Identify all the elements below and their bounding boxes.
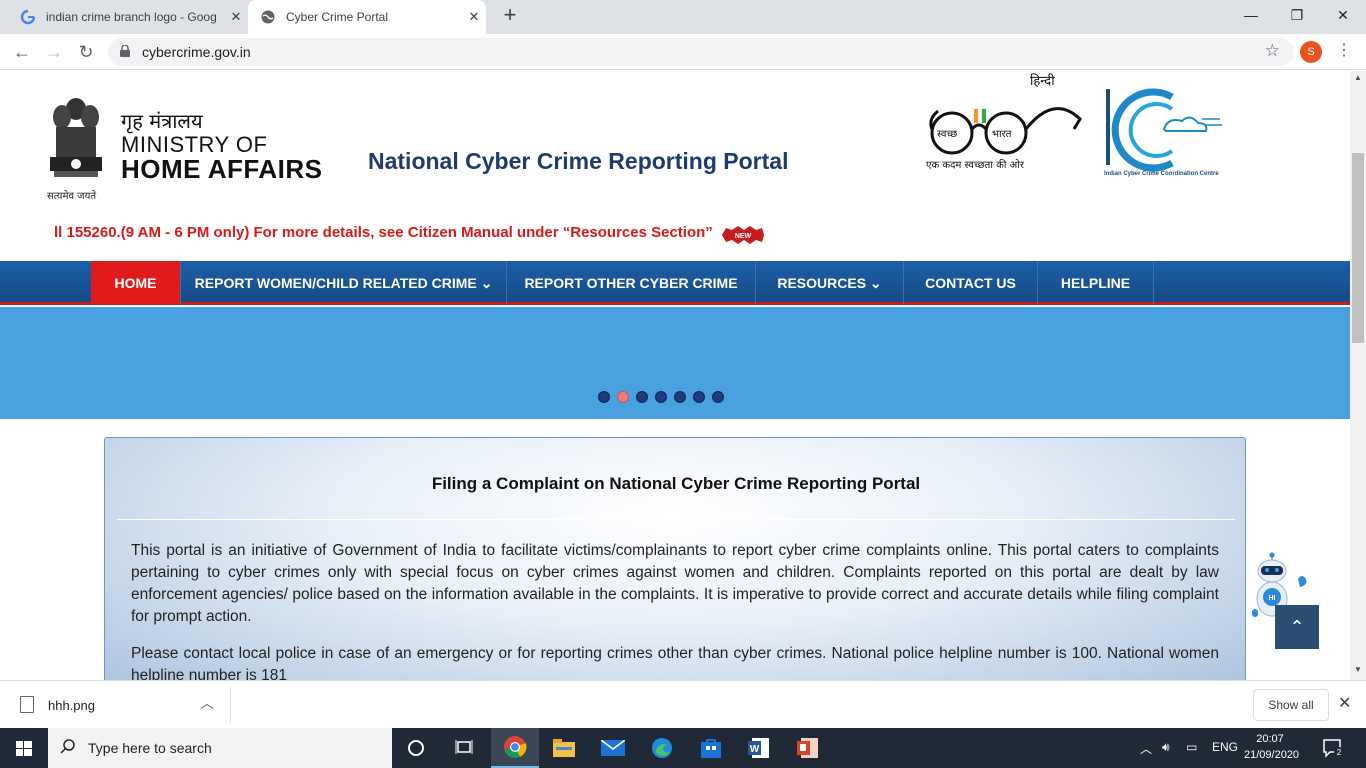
page-scrollbar[interactable]: ▲ ▼ bbox=[1350, 71, 1366, 680]
system-clock[interactable]: 20:07 21/09/2020 bbox=[1244, 731, 1300, 763]
clock-time: 20:07 bbox=[1256, 733, 1284, 745]
helpline-notice[interactable]: ll 155260.(9 AM - 6 PM only) For more de… bbox=[54, 224, 713, 241]
forward-icon[interactable]: → bbox=[42, 40, 66, 64]
task-view-icon[interactable] bbox=[440, 728, 488, 768]
nav-home[interactable]: HOME bbox=[91, 261, 181, 305]
word-icon[interactable]: W bbox=[735, 728, 783, 768]
emblem-motto: सत्यमेव जयते bbox=[47, 191, 97, 202]
new-badge-icon: NEW bbox=[722, 226, 764, 244]
mail-icon[interactable] bbox=[589, 728, 637, 768]
close-window-icon[interactable]: ✕ bbox=[1320, 0, 1366, 30]
google-g-icon bbox=[20, 9, 36, 25]
carousel-dot[interactable] bbox=[655, 391, 667, 403]
nav-helpline[interactable]: HELPLINE bbox=[1038, 261, 1154, 305]
carousel-dot[interactable] bbox=[636, 391, 648, 403]
i4c-caption: Indian Cyber Crime Coordination Centre bbox=[1104, 171, 1219, 177]
battery-icon[interactable]: ▭ bbox=[1186, 740, 1197, 754]
ministry-line2: HOME AFFAIRS bbox=[121, 154, 323, 184]
card-paragraph-1: This portal is an initiative of Governme… bbox=[131, 542, 1219, 625]
browser-toolbar: ← → ↻ cybercrime.gov.in ☆ S ⋮ bbox=[0, 34, 1366, 70]
url-text: cybercrime.gov.in bbox=[142, 44, 251, 60]
cortana-icon[interactable] bbox=[392, 728, 440, 768]
carousel-dot[interactable] bbox=[693, 391, 705, 403]
chevron-up-icon[interactable]: ︿ bbox=[200, 693, 214, 713]
chatbot-label: HI bbox=[1269, 595, 1276, 602]
scrollbar-thumb[interactable] bbox=[1352, 153, 1364, 343]
tab-google-search[interactable]: indian crime branch logo - Goog ✕ bbox=[8, 0, 248, 34]
nav-resources[interactable]: RESOURCES ⌄ bbox=[756, 261, 904, 305]
page-title: National Cyber Crime Reporting Portal bbox=[368, 148, 789, 174]
tab-title: Cyber Crime Portal bbox=[286, 10, 389, 24]
card-paragraph-2: Please contact local police in case of a… bbox=[131, 645, 1219, 680]
ministry-hindi: गृह मंत्रालय bbox=[121, 109, 203, 133]
restore-icon[interactable]: ❐ bbox=[1274, 0, 1320, 30]
tab-cyber-crime-portal[interactable]: Cyber Crime Portal ✕ bbox=[248, 0, 486, 34]
complaint-info-card: Filing a Complaint on National Cyber Cri… bbox=[104, 437, 1246, 680]
card-title: Filing a Complaint on National Cyber Cri… bbox=[431, 474, 921, 493]
carousel-dot[interactable] bbox=[598, 391, 610, 403]
scroll-up-arrow-icon[interactable]: ▲ bbox=[1350, 73, 1366, 82]
back-icon[interactable]: ← bbox=[10, 40, 34, 64]
address-bar[interactable]: cybercrime.gov.in ☆ bbox=[108, 38, 1294, 66]
taskbar-search-input[interactable]: Type here to search bbox=[48, 728, 392, 768]
language-toggle-link[interactable]: हिन्दी bbox=[1030, 71, 1055, 89]
show-all-button[interactable]: Show all bbox=[1253, 689, 1329, 721]
new-tab-icon[interactable]: + bbox=[498, 4, 522, 28]
menu-kebab-icon[interactable]: ⋮ bbox=[1336, 40, 1352, 64]
swachh-right-word: भारत bbox=[992, 129, 1012, 140]
globe-icon bbox=[260, 9, 276, 25]
edge-browser-icon[interactable] bbox=[638, 728, 686, 768]
lock-icon bbox=[120, 45, 130, 57]
close-tab-icon[interactable]: ✕ bbox=[462, 9, 486, 25]
hero-carousel bbox=[0, 307, 1350, 419]
bookmark-star-icon[interactable]: ☆ bbox=[1265, 41, 1280, 61]
chevron-up-icon[interactable]: ︿ bbox=[1140, 740, 1152, 757]
volume-icon[interactable]: 🔊︎ bbox=[1162, 740, 1170, 755]
search-placeholder: Type here to search bbox=[88, 740, 212, 756]
nav-contact-us[interactable]: CONTACT US bbox=[904, 261, 1038, 305]
close-shelf-icon[interactable]: ✕ bbox=[1338, 693, 1351, 713]
scroll-to-top-button[interactable]: ⌃ bbox=[1275, 605, 1319, 649]
svg-text:W: W bbox=[750, 744, 760, 755]
scroll-down-arrow-icon[interactable]: ▼ bbox=[1350, 665, 1366, 674]
nav-report-other-cyber-crime[interactable]: REPORT OTHER CYBER CRIME bbox=[507, 261, 756, 305]
file-explorer-icon[interactable] bbox=[540, 728, 588, 768]
search-icon bbox=[60, 739, 75, 754]
new-badge-text: NEW bbox=[735, 233, 752, 240]
swachh-left-word: स्वच्छ bbox=[937, 129, 957, 140]
carousel-dot[interactable] bbox=[712, 391, 724, 403]
windows-taskbar: Type here to search W ︿ 🔊︎ ▭ ENG 20:07 2… bbox=[0, 728, 1366, 768]
input-language[interactable]: ENG bbox=[1212, 740, 1238, 754]
close-tab-icon[interactable]: ✕ bbox=[224, 9, 248, 25]
presentation-app-icon[interactable] bbox=[784, 728, 832, 768]
file-icon bbox=[20, 696, 34, 713]
swachh-tagline: एक कदम स्वच्छता की ओर bbox=[926, 160, 1024, 171]
tab-title: indian crime branch logo - Goog bbox=[46, 10, 217, 24]
download-filename[interactable]: hhh.png bbox=[48, 698, 95, 713]
browser-tab-strip: indian crime branch logo - Goog ✕ Cyber … bbox=[0, 0, 1366, 34]
divider bbox=[230, 687, 231, 723]
carousel-dot-active[interactable] bbox=[617, 391, 629, 403]
minimize-icon[interactable]: — bbox=[1228, 0, 1274, 30]
clock-date: 21/09/2020 bbox=[1244, 749, 1300, 761]
profile-avatar[interactable]: S bbox=[1300, 41, 1322, 63]
download-shelf: hhh.png ︿ Show all ✕ bbox=[0, 680, 1366, 728]
national-emblem-logo bbox=[50, 98, 102, 177]
divider bbox=[117, 519, 1235, 520]
notification-count: 2 bbox=[1337, 748, 1342, 757]
i4c-logo bbox=[1106, 88, 1222, 172]
windows-start-icon[interactable] bbox=[0, 728, 48, 768]
notification-center-icon[interactable]: 2 bbox=[1322, 738, 1344, 758]
store-icon[interactable] bbox=[687, 728, 735, 768]
nav-report-women-child-crime[interactable]: REPORT WOMEN/CHILD RELATED CRIME ⌄ bbox=[181, 261, 507, 305]
main-nav: HOME REPORT WOMEN/CHILD RELATED CRIME ⌄ … bbox=[0, 261, 1350, 305]
carousel-dot[interactable] bbox=[674, 391, 686, 403]
web-page: गृह मंत्रालय MINISTRY OF HOME AFFAIRS सत… bbox=[0, 71, 1350, 680]
reload-icon[interactable]: ↻ bbox=[74, 40, 98, 64]
chrome-taskbar-icon[interactable] bbox=[491, 728, 539, 768]
